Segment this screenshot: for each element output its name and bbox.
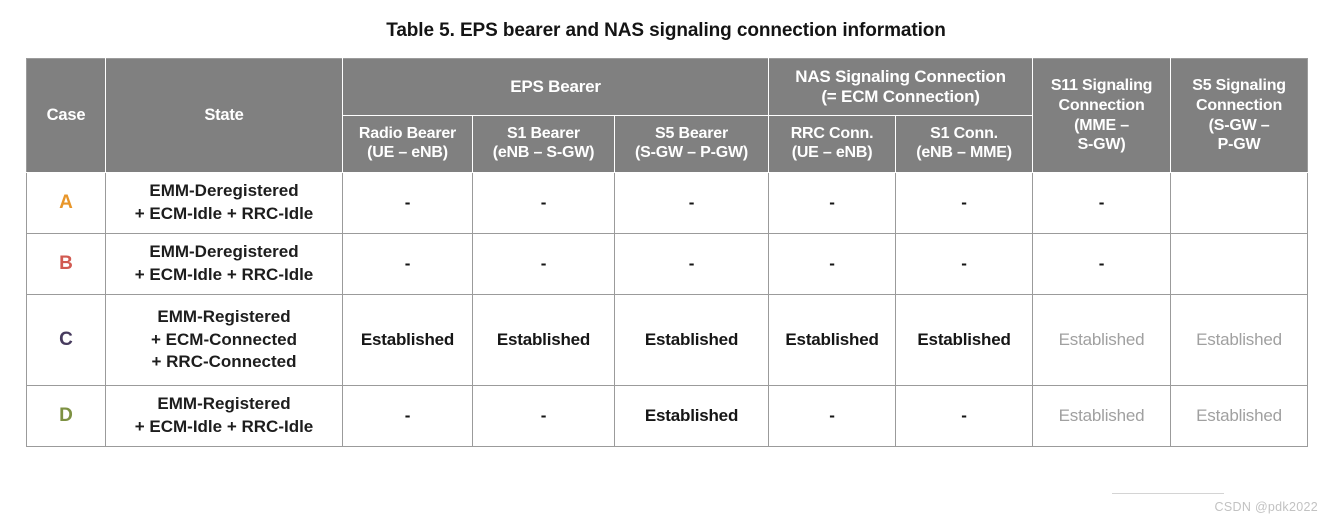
s5sig-line-3: (S-GW – bbox=[1208, 116, 1270, 134]
s5sig-line-1: S5 Signaling bbox=[1192, 77, 1286, 95]
cell-s1-bearer: - bbox=[472, 172, 615, 234]
s1-conn-line-2: (eNB – MME) bbox=[916, 144, 1012, 161]
cell-state: EMM-Registered + ECM-Idle + RRC-Idle bbox=[105, 385, 343, 447]
state-line-1: EMM-Registered bbox=[157, 394, 291, 414]
column-header-case: Case bbox=[26, 58, 106, 173]
header-row-groups: Case State EPS Bearer NAS Signaling Conn… bbox=[26, 58, 1309, 173]
page-title: Table 5. EPS bearer and NAS signaling co… bbox=[386, 20, 946, 41]
rrc-conn-line-2: (UE – eNB) bbox=[791, 144, 873, 161]
cell-case: D bbox=[26, 385, 106, 447]
s5sig-line-4: P-GW bbox=[1217, 136, 1261, 154]
s11-line-3: (MME – bbox=[1074, 116, 1129, 134]
column-header-state: State bbox=[105, 58, 343, 173]
cell-s1-conn: - bbox=[895, 385, 1034, 447]
cell-state: EMM-Deregistered + ECM-Idle + RRC-Idle bbox=[105, 172, 343, 234]
table-row: B EMM-Deregistered + ECM-Idle + RRC-Idle - -… bbox=[26, 233, 1309, 295]
state-line-2: + ECM-Idle + RRC-Idle bbox=[134, 204, 314, 223]
s11-line-4: S-GW) bbox=[1077, 136, 1126, 154]
cell-s5-bearer: Established bbox=[613, 294, 770, 386]
cell-s1-bearer: - bbox=[472, 233, 615, 295]
column-header-s5-signaling-connection: S5 Signaling Connection (S-GW – P-GW bbox=[1170, 58, 1309, 173]
table-row: C EMM-Registered + ECM-Connected + RRC-Conn… bbox=[26, 294, 1309, 386]
rrc-conn-line-1: RRC Conn. bbox=[790, 125, 874, 143]
state-line-2: + ECM-Idle + RRC-Idle bbox=[134, 265, 314, 284]
column-header-s5-bearer: S5 Bearer (S-GW – P-GW) bbox=[613, 115, 770, 173]
column-header-s1-bearer: S1 Bearer (eNB – S-GW) bbox=[472, 115, 615, 173]
column-header-rrc-conn: RRC Conn. (UE – eNB) bbox=[768, 115, 897, 173]
cell-s1-bearer: Established bbox=[472, 294, 615, 386]
cell-case: B bbox=[26, 233, 106, 295]
cell-s11-signaling: Established bbox=[1032, 385, 1172, 447]
state-line-1: EMM-Deregistered bbox=[149, 181, 299, 201]
table-row: A EMM-Deregistered + ECM-Idle + RRC-Idle - -… bbox=[26, 172, 1309, 234]
cell-radio-bearer: - bbox=[342, 233, 473, 295]
cell-state: EMM-Deregistered + ECM-Idle + RRC-Idle bbox=[105, 233, 343, 295]
radio-bearer-line-1: Radio Bearer bbox=[358, 125, 457, 143]
cell-s5-bearer: - bbox=[613, 172, 770, 234]
cell-s1-conn: - bbox=[895, 233, 1034, 295]
state-line-1: EMM-Registered bbox=[157, 306, 291, 326]
nas-group-line-2: (= ECM Connection) bbox=[821, 87, 980, 106]
s5-bearer-line-2: (S-GW – P-GW) bbox=[635, 144, 748, 161]
cell-s11-signaling: - bbox=[1032, 172, 1172, 234]
cell-s1-bearer: - bbox=[472, 385, 615, 447]
cell-s5-bearer: - bbox=[613, 233, 770, 295]
watermark: CSDN @pdk2022 bbox=[1214, 500, 1318, 514]
column-header-s11-signaling-connection: S11 Signaling Connection (MME – S-GW) bbox=[1032, 58, 1172, 173]
state-line-1: EMM-Deregistered bbox=[149, 242, 299, 262]
watermark-rule bbox=[1112, 493, 1224, 494]
s1-conn-line-1: S1 Conn. bbox=[930, 125, 998, 143]
s11-line-2: Connection bbox=[1058, 96, 1145, 114]
column-header-radio-bearer: Radio Bearer (UE – eNB) bbox=[342, 115, 473, 173]
eps-bearer-table: Case State EPS Bearer NAS Signaling Conn… bbox=[26, 58, 1309, 447]
cell-radio-bearer: Established bbox=[342, 294, 473, 386]
column-header-s1-conn: S1 Conn. (eNB – MME) bbox=[895, 115, 1034, 173]
cell-s5-signaling: Established bbox=[1170, 294, 1309, 386]
cell-rrc-conn: - bbox=[768, 172, 897, 234]
cell-state: EMM-Registered + ECM-Connected + RRC-Conne… bbox=[105, 294, 343, 386]
cell-rrc-conn: - bbox=[768, 233, 897, 295]
cell-s5-signaling: Established bbox=[1170, 385, 1309, 447]
table-page: Table 5. EPS bearer and NAS signaling co… bbox=[0, 0, 1332, 518]
cell-s5-bearer: Established bbox=[613, 385, 770, 447]
cell-radio-bearer: - bbox=[342, 172, 473, 234]
cell-s11-signaling: Established bbox=[1032, 294, 1172, 386]
cell-s11-signaling: - bbox=[1032, 233, 1172, 295]
cell-radio-bearer: - bbox=[342, 385, 473, 447]
cell-case: C bbox=[26, 294, 106, 386]
state-line-2: + ECM-Connected bbox=[151, 329, 297, 349]
s5-bearer-line-1: S5 Bearer bbox=[655, 125, 728, 143]
column-group-nas-signaling-connection: NAS Signaling Connection (= ECM Connecti… bbox=[768, 58, 1034, 116]
cell-s1-conn: Established bbox=[895, 294, 1034, 386]
state-line-2: + ECM-Idle + RRC-Idle bbox=[134, 417, 314, 436]
cell-rrc-conn: - bbox=[768, 385, 897, 447]
radio-bearer-line-2: (UE – eNB) bbox=[367, 144, 448, 161]
s1-bearer-line-2: (eNB – S-GW) bbox=[492, 144, 595, 161]
nas-group-line-1: NAS Signaling Connection bbox=[795, 66, 1006, 86]
cell-s5-signaling bbox=[1170, 233, 1309, 295]
cell-s1-conn: - bbox=[895, 172, 1034, 234]
state-line-3: + RRC-Connected bbox=[151, 352, 297, 372]
table-container: Case State EPS Bearer NAS Signaling Conn… bbox=[26, 58, 1309, 447]
table-body: A EMM-Deregistered + ECM-Idle + RRC-Idle - -… bbox=[26, 172, 1309, 447]
cell-case: A bbox=[26, 172, 106, 234]
column-group-eps-bearer: EPS Bearer bbox=[341, 58, 770, 116]
s1-bearer-line-1: S1 Bearer bbox=[507, 125, 580, 143]
s11-line-1: S11 Signaling bbox=[1050, 77, 1153, 95]
cell-s5-signaling bbox=[1170, 172, 1309, 234]
table-header: Case State EPS Bearer NAS Signaling Conn… bbox=[26, 58, 1309, 173]
table-row: D EMM-Registered + ECM-Idle + RRC-Idle - - Es… bbox=[26, 385, 1309, 447]
cell-rrc-conn: Established bbox=[768, 294, 897, 386]
s5sig-line-2: Connection bbox=[1196, 96, 1283, 114]
